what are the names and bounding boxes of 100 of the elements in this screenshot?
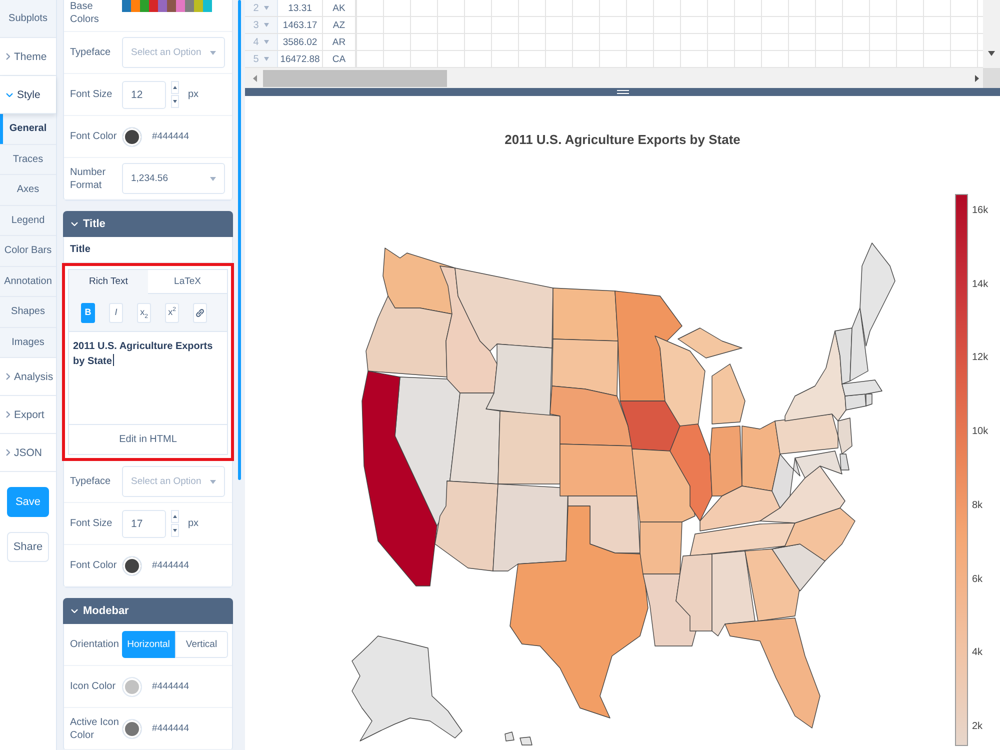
- section-header[interactable]: Modebar: [63, 598, 233, 624]
- color-swatch-icon[interactable]: [122, 676, 142, 696]
- nav-item[interactable]: Images: [0, 328, 56, 358]
- increment-button[interactable]: [171, 81, 179, 94]
- colorbar-tick-label: 4k: [972, 646, 984, 660]
- caret-down-icon: [264, 40, 269, 44]
- color-swatch-icon[interactable]: [140, 0, 149, 12]
- color-swatch-icon[interactable]: [194, 0, 203, 12]
- nav-item[interactable]: General: [0, 114, 56, 144]
- select-field[interactable]: 1,234.56: [122, 163, 225, 194]
- unit-label: px: [188, 89, 199, 100]
- color-swatch-icon[interactable]: [122, 556, 142, 576]
- italic-button[interactable]: I: [109, 302, 123, 322]
- colorbar-tick-label: 6k: [972, 572, 984, 587]
- field-label: Orientation: [70, 638, 120, 651]
- color-swatch-icon[interactable]: [122, 126, 142, 146]
- nav-item[interactable]: Traces: [0, 144, 56, 175]
- scrollbar-corner: [983, 68, 1000, 88]
- caret-up-icon: [173, 515, 177, 518]
- arrow-right-icon: [975, 74, 979, 82]
- tab[interactable]: Rich Text: [69, 270, 148, 294]
- field-label: Active Icon Color: [70, 716, 120, 742]
- caret-down-icon: [210, 176, 216, 180]
- row-number: 3: [253, 20, 259, 30]
- share-button[interactable]: Share: [7, 532, 49, 562]
- colorbar-tick-label: 12k: [972, 351, 988, 366]
- field-label: Base Colors: [70, 0, 100, 26]
- colorbar-tick-label: 2k: [972, 720, 984, 734]
- nav-item[interactable]: Color Bars: [0, 236, 56, 266]
- color-swatch-icon[interactable]: [176, 0, 185, 12]
- superscript-button[interactable]: x$^{2}$: [165, 302, 179, 322]
- caret-down-icon: [210, 480, 216, 484]
- color-swatch-icon[interactable]: [122, 0, 131, 12]
- chevron-down-icon: [6, 92, 13, 96]
- field-label: Number Format: [70, 166, 107, 192]
- colorbar-tick-label: 16k: [972, 204, 988, 218]
- scrollbar-thumb[interactable]: [238, 0, 241, 480]
- caret-down-icon: [264, 57, 269, 61]
- row-number: 2: [253, 2, 259, 14]
- nav-item[interactable]: Legend: [0, 206, 56, 236]
- chart-title: 2011 U.S. Agriculture Exports by State: [504, 132, 740, 147]
- field-heading: Title: [70, 244, 90, 255]
- color-swatch-icon[interactable]: [149, 0, 158, 12]
- rich-text-field[interactable]: 2011 U.S. Agriculture Exports by State: [69, 332, 227, 424]
- field-label: Font Color: [70, 130, 118, 143]
- link-icon: [196, 308, 204, 316]
- color-value: #444444: [152, 131, 189, 142]
- color-value: #444444: [152, 560, 189, 571]
- table-cell: 16472.88: [278, 51, 323, 67]
- caret-down-icon: [210, 50, 216, 54]
- colorbar-tick-label: 14k: [972, 278, 988, 292]
- row-number: 4: [253, 36, 259, 48]
- color-swatch-icon[interactable]: [203, 0, 212, 12]
- nav-item[interactable]: Axes: [0, 175, 56, 206]
- field-label: Font Size: [70, 517, 114, 530]
- decrement-button[interactable]: [171, 95, 179, 108]
- color-swatch-icon[interactable]: [122, 718, 142, 738]
- colorbar-tick-label: 10k: [972, 425, 988, 440]
- splitter-bar[interactable]: [245, 88, 1000, 96]
- chevron-down-icon: [71, 609, 78, 613]
- caret-down-icon: [264, 6, 269, 10]
- color-value: #444444: [152, 723, 189, 734]
- field-label: Font Size: [70, 88, 114, 101]
- chevron-right-icon: [6, 373, 10, 380]
- field-label: Font Color: [70, 559, 118, 572]
- subscript-button[interactable]: x$_{2}$: [137, 302, 151, 322]
- state-region: [520, 736, 532, 746]
- drag-handle-icon: [616, 90, 628, 94]
- decrement-button[interactable]: [171, 524, 179, 537]
- nav-group-item[interactable]: Style: [0, 76, 56, 114]
- section-header[interactable]: Title: [63, 211, 233, 237]
- chevron-down-icon: [71, 222, 78, 226]
- caret-up-icon: [173, 86, 177, 89]
- color-swatch-icon[interactable]: [167, 0, 176, 12]
- scrollbar-thumb[interactable]: [263, 70, 447, 86]
- chevron-right-icon: [6, 449, 10, 456]
- colorbar-tick-label: 8k: [972, 498, 984, 513]
- number-field[interactable]: 17: [122, 510, 166, 538]
- arrow-down-icon: [988, 51, 995, 56]
- number-field[interactable]: 12: [122, 80, 166, 108]
- color-swatch-icon[interactable]: [185, 0, 194, 12]
- color-value: #444444: [152, 681, 189, 692]
- nav-item[interactable]: Annotation: [0, 266, 56, 297]
- nav-item[interactable]: Subplots: [0, 0, 56, 38]
- increment-button[interactable]: [171, 510, 179, 523]
- caret-down-icon: [264, 23, 269, 27]
- nav-item[interactable]: Shapes: [0, 297, 56, 328]
- link-button[interactable]: [193, 302, 207, 322]
- toggle-option[interactable]: Vertical: [175, 631, 228, 658]
- chevron-right-icon: [6, 53, 10, 60]
- scrollbar-track[interactable]: [245, 68, 1000, 88]
- arrow-left-icon: [253, 74, 257, 82]
- state-region: [504, 732, 514, 742]
- field-label: Typeface: [70, 475, 112, 488]
- field-label: Typeface: [70, 46, 112, 59]
- field-label: Icon Color: [70, 680, 117, 693]
- color-swatch-icon[interactable]: [158, 0, 167, 12]
- caret-down-icon: [173, 529, 177, 532]
- color-swatch-icon[interactable]: [131, 0, 140, 12]
- caret-down-icon: [173, 100, 177, 103]
